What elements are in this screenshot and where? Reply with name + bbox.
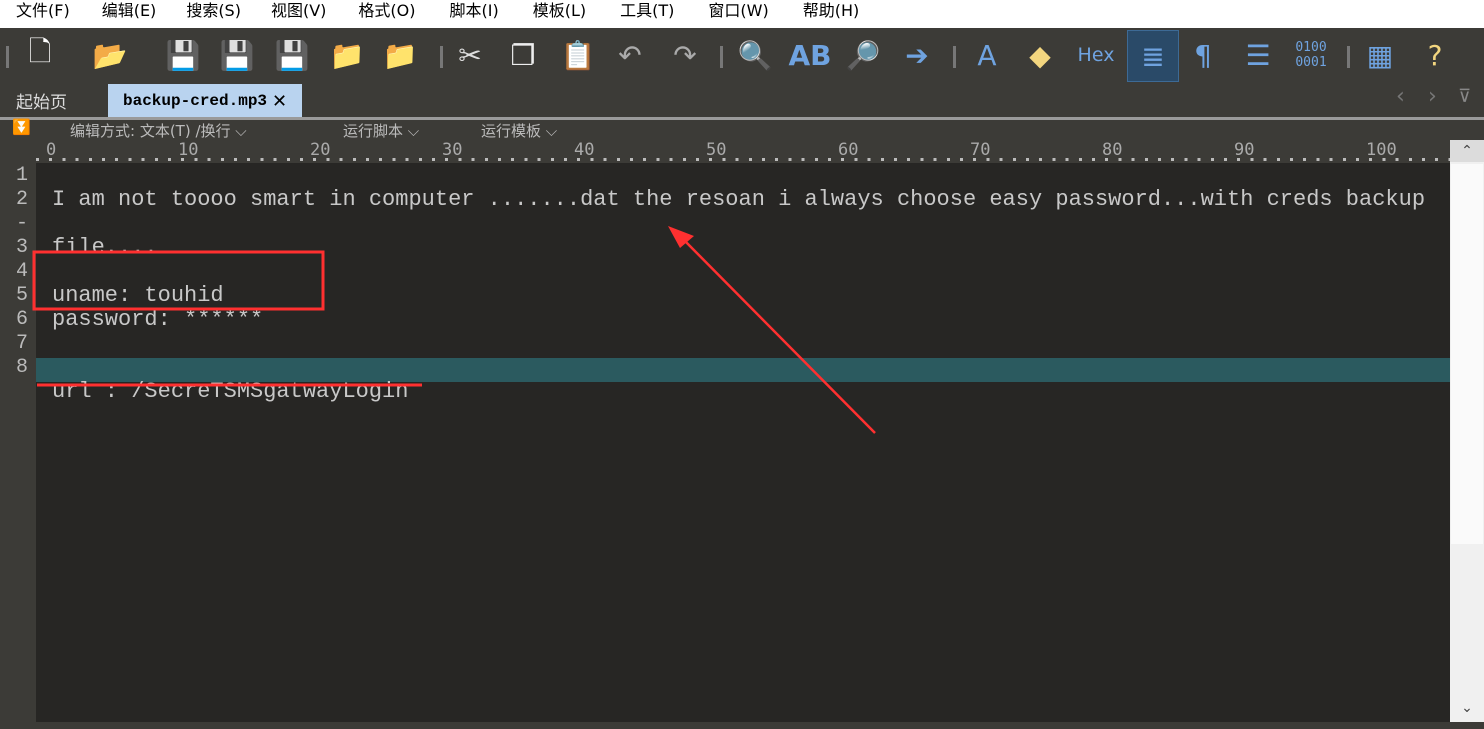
annotation-box — [32, 250, 325, 311]
annotations — [32, 226, 876, 434]
annotation-arrow — [679, 235, 876, 434]
